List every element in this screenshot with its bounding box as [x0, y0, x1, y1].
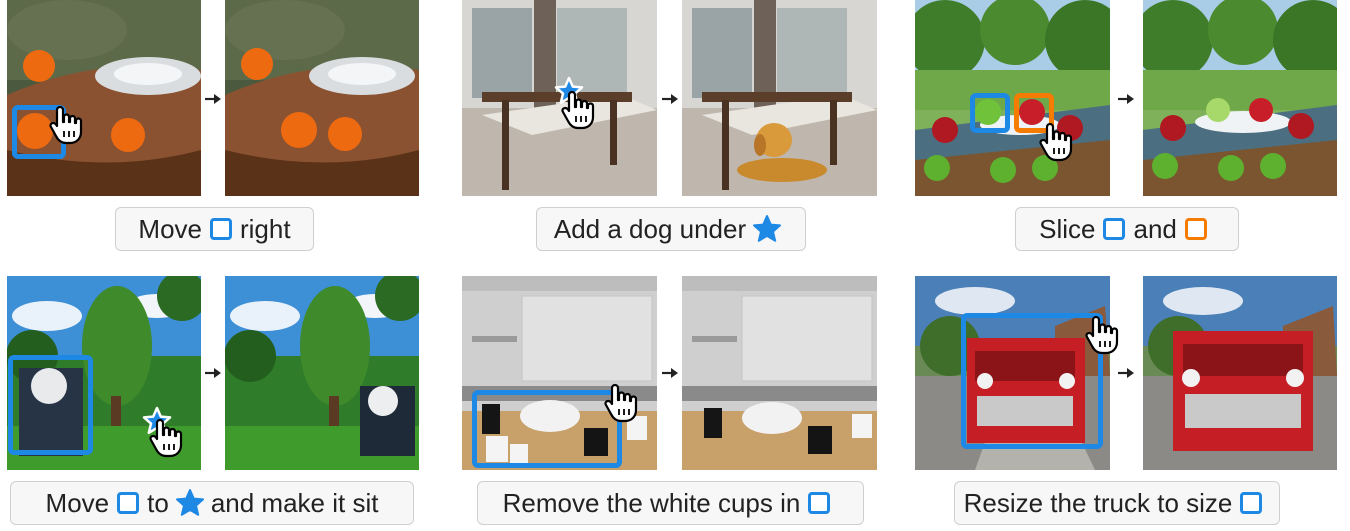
pointer-hand-icon [560, 90, 596, 130]
panel6-caption: Resize the truck to size [954, 481, 1280, 525]
panel3-caption: Slice and [1015, 207, 1239, 251]
panel4-after-image [225, 276, 419, 470]
square-box-icon [1103, 218, 1126, 240]
panel6-after-image [1143, 276, 1337, 470]
panel5-caption: Remove the white cups in [477, 481, 864, 525]
panel6-blue-box [961, 313, 1103, 449]
pointer-hand-icon [148, 418, 184, 458]
caption-text: Add a dog under [553, 213, 747, 244]
panel1-caption: Move right [115, 207, 314, 251]
pointer-hand-icon [1084, 315, 1120, 355]
arrow-right-icon [1118, 94, 1134, 104]
panel1-before-image [7, 0, 201, 196]
caption-text: Slice [1039, 213, 1096, 244]
panel1-after-image [225, 0, 419, 196]
panel2-caption: Add a dog under [536, 207, 806, 251]
panel3-after-image [1143, 0, 1337, 196]
caption-text: Resize the truck to size [963, 487, 1233, 518]
caption-text: and make it sit [210, 487, 379, 518]
square-box-icon [117, 492, 140, 514]
pointer-hand-icon [1038, 122, 1074, 162]
square-box-icon [808, 492, 831, 514]
square-box-icon [1184, 218, 1207, 240]
pointer-hand-icon [48, 105, 84, 145]
panel4-caption: Move to and make it sit [10, 481, 414, 525]
arrow-right-icon [1118, 368, 1134, 378]
arrow-right-icon [662, 368, 678, 378]
panel2-after-image [682, 0, 877, 196]
star-icon [175, 488, 205, 518]
caption-text: right [240, 213, 291, 244]
panel4-blue-box [8, 355, 93, 455]
square-box-icon [210, 218, 232, 240]
caption-text: Remove the white cups in [502, 487, 801, 518]
caption-text: Move [45, 487, 110, 518]
panel5-blue-box [472, 390, 622, 468]
panel3-before-image [915, 0, 1110, 196]
pointer-hand-icon [603, 383, 639, 423]
arrow-right-icon [662, 94, 678, 104]
arrow-right-icon [205, 94, 221, 104]
square-box-icon [1240, 492, 1263, 514]
caption-text: Move [138, 213, 202, 244]
panel3-blue-box [970, 93, 1010, 133]
caption-text: to [147, 487, 169, 518]
caption-text: and [1133, 213, 1177, 244]
arrow-right-icon [205, 368, 221, 378]
star-icon [752, 214, 782, 244]
panel5-after-image [682, 276, 877, 470]
